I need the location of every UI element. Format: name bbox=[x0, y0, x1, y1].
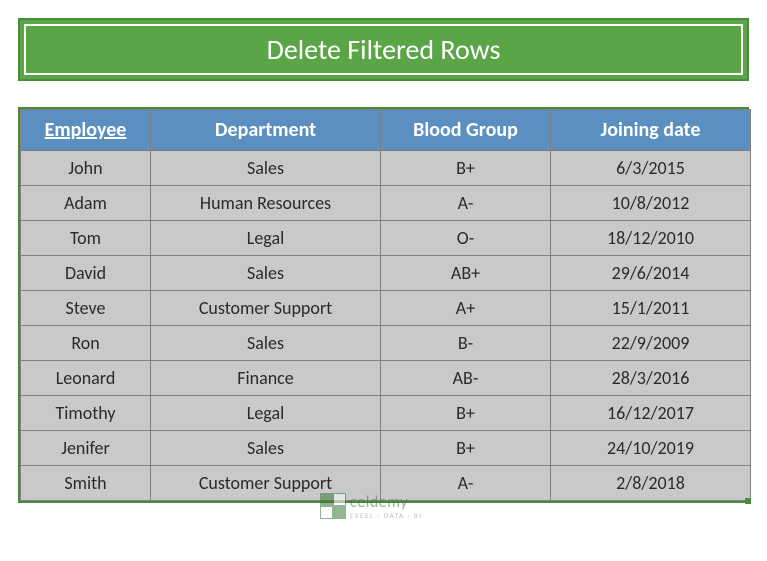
cell-department[interactable]: Sales bbox=[151, 151, 381, 186]
table-row[interactable]: Timothy Legal B+ 16/12/2017 bbox=[21, 396, 751, 431]
table-container: Employee Department Blood Group Joining … bbox=[18, 107, 749, 503]
cell-department[interactable]: Human Resources bbox=[151, 186, 381, 221]
cell-employee[interactable]: Leonard bbox=[21, 361, 151, 396]
cell-joining[interactable]: 28/3/2016 bbox=[551, 361, 751, 396]
cell-blood[interactable]: A- bbox=[381, 466, 551, 501]
cell-joining[interactable]: 18/12/2010 bbox=[551, 221, 751, 256]
cell-employee[interactable]: Tom bbox=[21, 221, 151, 256]
cell-department[interactable]: Legal bbox=[151, 221, 381, 256]
cell-joining[interactable]: 16/12/2017 bbox=[551, 396, 751, 431]
cell-department[interactable]: Sales bbox=[151, 431, 381, 466]
page-title: Delete Filtered Rows bbox=[267, 32, 501, 67]
table-row[interactable]: Ron Sales B- 22/9/2009 bbox=[21, 326, 751, 361]
cell-joining[interactable]: 29/6/2014 bbox=[551, 256, 751, 291]
table-head: Employee Department Blood Group Joining … bbox=[21, 110, 751, 151]
table-row[interactable]: John Sales B+ 6/3/2015 bbox=[21, 151, 751, 186]
col-header-employee[interactable]: Employee bbox=[21, 110, 151, 151]
table-body: John Sales B+ 6/3/2015 Adam Human Resour… bbox=[21, 151, 751, 501]
selection-handle-icon[interactable] bbox=[745, 498, 751, 504]
cell-blood[interactable]: B- bbox=[381, 326, 551, 361]
cell-joining[interactable]: 6/3/2015 bbox=[551, 151, 751, 186]
cell-department[interactable]: Sales bbox=[151, 326, 381, 361]
table-row[interactable]: Adam Human Resources A- 10/8/2012 bbox=[21, 186, 751, 221]
data-table[interactable]: Employee Department Blood Group Joining … bbox=[20, 109, 751, 501]
table-header-row: Employee Department Blood Group Joining … bbox=[21, 110, 751, 151]
cell-blood[interactable]: O- bbox=[381, 221, 551, 256]
cell-employee[interactable]: David bbox=[21, 256, 151, 291]
col-header-blood-group[interactable]: Blood Group bbox=[381, 110, 551, 151]
cell-blood[interactable]: A+ bbox=[381, 291, 551, 326]
cell-joining[interactable]: 24/10/2019 bbox=[551, 431, 751, 466]
cell-employee[interactable]: Timothy bbox=[21, 396, 151, 431]
col-header-department[interactable]: Department bbox=[151, 110, 381, 151]
cell-employee[interactable]: John bbox=[21, 151, 151, 186]
title-bar: Delete Filtered Rows bbox=[18, 18, 749, 81]
title-inner: Delete Filtered Rows bbox=[24, 24, 743, 75]
cell-department[interactable]: Finance bbox=[151, 361, 381, 396]
cell-blood[interactable]: AB+ bbox=[381, 256, 551, 291]
cell-employee[interactable]: Smith bbox=[21, 466, 151, 501]
table-row[interactable]: Smith Customer Support A- 2/8/2018 bbox=[21, 466, 751, 501]
cell-joining[interactable]: 22/9/2009 bbox=[551, 326, 751, 361]
table-row[interactable]: David Sales AB+ 29/6/2014 bbox=[21, 256, 751, 291]
cell-department[interactable]: Customer Support bbox=[151, 466, 381, 501]
cell-blood[interactable]: B+ bbox=[381, 151, 551, 186]
table-row[interactable]: Leonard Finance AB- 28/3/2016 bbox=[21, 361, 751, 396]
cell-employee[interactable]: Jenifer bbox=[21, 431, 151, 466]
cell-employee[interactable]: Adam bbox=[21, 186, 151, 221]
cell-joining[interactable]: 2/8/2018 bbox=[551, 466, 751, 501]
watermark-tagline: EXCEL · DATA · BI bbox=[350, 511, 423, 520]
cell-department[interactable]: Sales bbox=[151, 256, 381, 291]
cell-joining[interactable]: 10/8/2012 bbox=[551, 186, 751, 221]
cell-employee[interactable]: Steve bbox=[21, 291, 151, 326]
cell-employee[interactable]: Ron bbox=[21, 326, 151, 361]
table-row[interactable]: Steve Customer Support A+ 15/1/2011 bbox=[21, 291, 751, 326]
table-row[interactable]: Jenifer Sales B+ 24/10/2019 bbox=[21, 431, 751, 466]
table-row[interactable]: Tom Legal O- 18/12/2010 bbox=[21, 221, 751, 256]
cell-blood[interactable]: AB- bbox=[381, 361, 551, 396]
cell-department[interactable]: Customer Support bbox=[151, 291, 381, 326]
cell-blood[interactable]: B+ bbox=[381, 396, 551, 431]
cell-joining[interactable]: 15/1/2011 bbox=[551, 291, 751, 326]
cell-blood[interactable]: A- bbox=[381, 186, 551, 221]
cell-department[interactable]: Legal bbox=[151, 396, 381, 431]
col-header-joining-date[interactable]: Joining date bbox=[551, 110, 751, 151]
cell-blood[interactable]: B+ bbox=[381, 431, 551, 466]
